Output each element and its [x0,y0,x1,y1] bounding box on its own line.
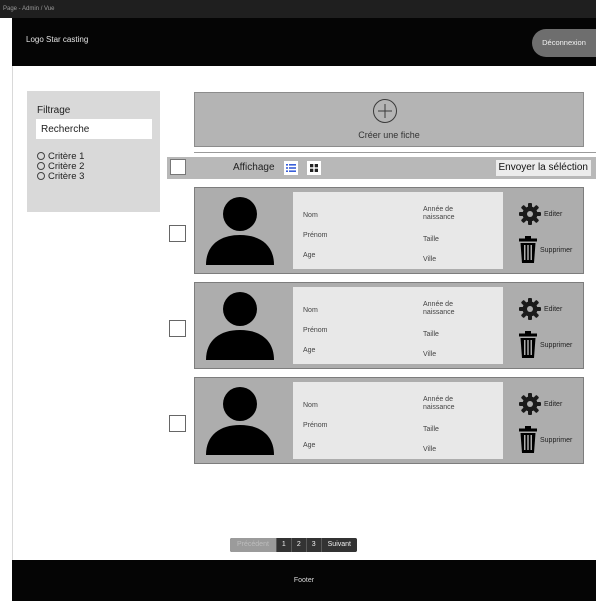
label-age: Age [303,347,316,354]
row-checkbox[interactable] [169,225,186,242]
edit-button[interactable]: Editer [518,392,562,416]
label-prenom: Prénom [303,232,328,239]
row-checkbox[interactable] [169,320,186,337]
label-ville: Ville [423,351,437,358]
pagination: Précédent 1 2 3 Suivant [230,538,357,552]
page-2-button[interactable]: 2 [291,538,306,552]
edit-label: Editer [544,210,563,218]
profile-info: Nom Prénom Age Année de naissance Taille… [293,192,503,269]
create-record-button[interactable]: Créer une fiche [194,92,584,147]
criterion-2[interactable]: Critère 2 [37,161,84,172]
grid-view-icon [310,164,318,172]
edit-label: Editer [544,305,563,313]
radio-icon[interactable] [37,172,45,180]
delete-button[interactable]: Supprimer [518,331,572,359]
person-avatar-icon [206,292,274,360]
label-nom: Nom [303,212,318,219]
previous-page-button[interactable]: Précédent [230,538,276,552]
profile-info: Nom Prénom Age Année de naissance Taille… [293,382,503,459]
filter-sidebar: Filtrage Critère 1 Critère 2 Critère 3 [27,91,160,212]
footer: Footer [12,560,596,601]
edit-label: Editer [544,400,563,408]
header: Logo Star casting Déconnexion [12,18,596,66]
delete-button[interactable]: Supprimer [518,236,572,264]
delete-label: Supprimer [540,341,573,349]
label-nom: Nom [303,307,318,314]
label-taille: Taille [423,331,439,338]
logo[interactable]: Logo Star casting [26,35,88,44]
profile-info: Nom Prénom Age Année de naissance Taille… [293,287,503,364]
profile-card: Nom Prénom Age Année de naissance Taille… [194,282,584,369]
criterion-label: Critère 3 [48,170,85,182]
grid-view-button[interactable] [307,161,321,175]
frame-title: Page - Admin / Vue [0,0,596,18]
gear-icon [519,298,541,320]
select-all-checkbox[interactable] [170,159,186,175]
label-ville: Ville [423,446,437,453]
filter-title: Filtrage [37,105,71,116]
profile-card: Nom Prénom Age Année de naissance Taille… [194,187,584,274]
row-checkbox[interactable] [169,415,186,432]
criterion-3[interactable]: Critère 3 [37,170,85,182]
divider [194,152,596,153]
card-actions: Editer Supprimer [515,378,583,463]
trash-icon [519,236,537,263]
gear-icon [519,203,541,225]
page-3-button[interactable]: 3 [306,538,321,552]
card-actions: Editer Supprimer [515,188,583,273]
label-annee-naissance: Année de naissance [423,396,455,411]
radio-icon[interactable] [37,152,45,160]
edit-button[interactable]: Editer [518,297,562,321]
label-prenom: Prénom [303,422,328,429]
plus-circle-icon [373,99,397,123]
page-1-button[interactable]: 1 [276,538,291,552]
label-taille: Taille [423,236,439,243]
left-border [12,66,13,560]
label-nom: Nom [303,402,318,409]
label-annee-naissance: Année de naissance [423,301,455,316]
list-view-button[interactable] [284,161,298,175]
label-prenom: Prénom [303,327,328,334]
next-page-button[interactable]: Suivant [321,538,357,552]
label-annee-naissance: Année de naissance [423,206,455,221]
label-age: Age [303,442,316,449]
card-actions: Editer Supprimer [515,283,583,368]
toolbar: Affichage Envoyer la séléction [167,157,596,179]
criterion-1[interactable]: Critère 1 [37,151,84,162]
search-input[interactable] [36,119,152,139]
display-label: Affichage [233,162,275,173]
criteria-list: Critère 1 Critère 2 Critère 3 [37,151,85,182]
delete-label: Supprimer [540,436,573,444]
edit-button[interactable]: Editer [518,202,562,226]
person-avatar-icon [206,387,274,455]
trash-icon [519,426,537,453]
list-view-icon [286,164,296,172]
profile-card: Nom Prénom Age Année de naissance Taille… [194,377,584,464]
delete-button[interactable]: Supprimer [518,426,572,454]
send-selection-button[interactable]: Envoyer la séléction [495,160,591,176]
label-taille: Taille [423,426,439,433]
label-ville: Ville [423,256,437,263]
create-record-label: Créer une fiche [358,130,420,140]
delete-label: Supprimer [540,246,573,254]
label-age: Age [303,252,316,259]
gear-icon [519,393,541,415]
person-avatar-icon [206,197,274,265]
trash-icon [519,331,537,358]
logout-button[interactable]: Déconnexion [532,29,596,57]
radio-icon[interactable] [37,162,45,170]
